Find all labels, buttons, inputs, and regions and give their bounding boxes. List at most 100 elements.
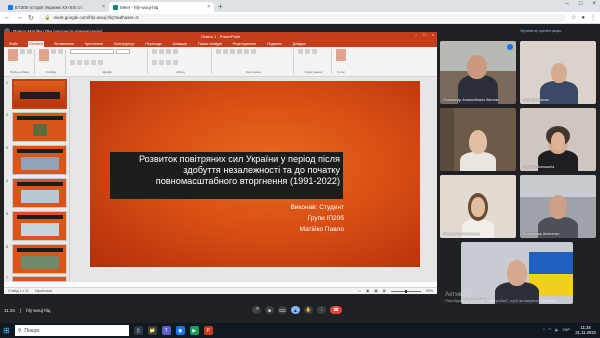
participant-tile[interactable]: Володимир Шевченко [520,175,596,238]
dictate-icon[interactable] [336,49,346,61]
meet-app-icon[interactable]: ▶ [189,326,199,335]
captions-button[interactable]: CC [278,306,287,314]
browser-tab-course[interactable]: ЕТ200 Історія України XX-XXI ст. × [4,2,109,12]
participant-tile[interactable]: Олександр Анатолійович Жиглов [440,41,516,104]
powerpoint-icon[interactable]: P [203,326,213,335]
teams-icon[interactable]: T [161,326,171,335]
align-right-icon[interactable] [166,59,171,65]
paste-icon[interactable] [8,49,18,61]
chrome-icon[interactable]: ◉ [175,326,185,335]
shape-icon[interactable] [237,49,242,54]
url-field[interactable]: 🔒 meet.google.com/hfy-wouj-hlq?authuser=… [38,13,566,22]
tab-design[interactable]: Конструктор [113,41,136,47]
slide-thumbnail[interactable] [12,178,67,208]
font-size-select[interactable] [116,49,130,54]
copy-icon[interactable] [27,49,32,54]
align-left-icon[interactable] [152,59,157,65]
line-spacing-icon[interactable] [173,49,178,54]
new-tab-icon[interactable]: + [214,2,227,12]
current-slide[interactable]: Розвиток повітряних сил України у період… [90,81,420,267]
more-options-button[interactable]: ⋮ [317,306,326,314]
select-icon[interactable] [312,49,317,54]
slide-thumbnail[interactable] [12,145,67,175]
cut-icon[interactable] [20,49,25,54]
shape-icon[interactable] [216,49,221,54]
slide-sorter-icon[interactable]: ▦ [374,289,377,293]
tab-help[interactable]: Довідка [292,41,307,47]
bold-icon[interactable] [70,59,75,65]
back-icon[interactable]: ← [4,14,11,21]
leave-call-button[interactable]: ☎ [330,306,342,314]
participant-tile[interactable]: Олег Петрашин [520,41,596,104]
close-tab-icon[interactable]: × [102,4,105,10]
tab-transitions[interactable]: Переходи [144,41,162,47]
minimize-icon[interactable]: – [415,32,417,37]
shape-icon[interactable] [230,49,235,54]
browser-tab-meet[interactable]: Meet - hfy-wouj-hlq × [109,2,214,12]
camera-button[interactable]: ■ [265,306,274,314]
reading-view-icon[interactable]: ▤ [383,289,386,293]
profile-avatar-icon[interactable]: ● [581,15,585,21]
tab-file[interactable]: Файл [8,41,19,47]
layout-icon[interactable] [51,49,56,54]
italic-icon[interactable] [77,59,82,65]
participant-tile[interactable] [440,108,516,171]
align-center-icon[interactable] [159,59,164,65]
clock[interactable]: 11:34 21.11.2022 [575,325,596,335]
shape-icon[interactable] [244,49,249,54]
slide-thumbnail[interactable] [12,79,67,109]
tab-insert[interactable]: Вставлення [53,41,75,47]
slide-thumbnail[interactable] [12,211,67,241]
zoom-level[interactable]: 90% [426,289,433,293]
font-color-icon[interactable] [98,59,103,65]
numbering-icon[interactable] [159,49,164,54]
slide-thumbnail[interactable] [12,276,67,282]
present-button[interactable]: ▲ [291,306,300,314]
indent-icon[interactable] [166,49,171,54]
strike-icon[interactable] [91,59,96,65]
forward-icon[interactable]: → [16,14,23,21]
menu-dots-icon[interactable]: ⋮ [590,14,596,21]
minimize-icon[interactable]: – [566,1,569,7]
tab-review[interactable]: Рецензування [232,41,257,47]
windows-start-icon[interactable]: ⊞ [3,326,10,335]
close-window-icon[interactable]: × [432,32,434,37]
new-slide-icon[interactable] [39,49,49,61]
tab-home[interactable]: Основне [27,41,45,47]
find-icon[interactable] [298,49,303,54]
raise-hand-button[interactable]: ✋ [304,306,313,314]
tab-view[interactable]: Подання [266,41,283,47]
shape-icon[interactable] [251,49,256,54]
font-family-select[interactable] [70,49,114,54]
tab-animations[interactable]: Анімація [172,41,188,47]
replace-icon[interactable] [305,49,310,54]
taskbar-search[interactable]: ⚲ Пошук [14,325,129,336]
volume-icon[interactable]: 🔈 [554,327,559,332]
reload-icon[interactable]: ↻ [28,14,34,22]
microphone-button[interactable]: 🎤 [252,306,261,314]
task-view-icon[interactable]: ▯ [133,326,143,335]
close-tab-icon[interactable]: × [207,4,210,10]
shape-icon[interactable] [223,49,228,54]
slide-thumbnail[interactable] [12,112,67,142]
reset-icon[interactable] [58,49,63,54]
justify-icon[interactable] [173,59,178,65]
participant-tile[interactable]: Наталія Волошина [520,108,596,171]
notes-icon[interactable]: ▭ [358,289,361,293]
underline-icon[interactable] [84,59,89,65]
language-indicator[interactable]: Українська [35,289,53,293]
stop-presenting-button[interactable]: Зупинити презентацію [520,28,561,33]
language-indicator[interactable]: УКР [562,327,570,332]
zoom-slider[interactable] [390,289,421,293]
chevron-up-icon[interactable]: ^ [543,327,545,332]
participant-tile[interactable]: Оксана Солотвиньска [440,175,516,238]
tab-draw[interactable]: Креслення [84,41,104,47]
network-icon[interactable]: ◠ [548,327,552,332]
maximize-icon[interactable]: □ [579,1,583,7]
bookmark-star-icon[interactable]: ☆ [571,14,576,21]
tab-slideshow[interactable]: Показ слайдів [197,41,223,47]
slide-thumbnail[interactable] [12,244,67,274]
maximize-icon[interactable]: □ [423,32,425,37]
file-explorer-icon[interactable]: 📁 [147,326,157,335]
bullets-icon[interactable] [152,49,157,54]
